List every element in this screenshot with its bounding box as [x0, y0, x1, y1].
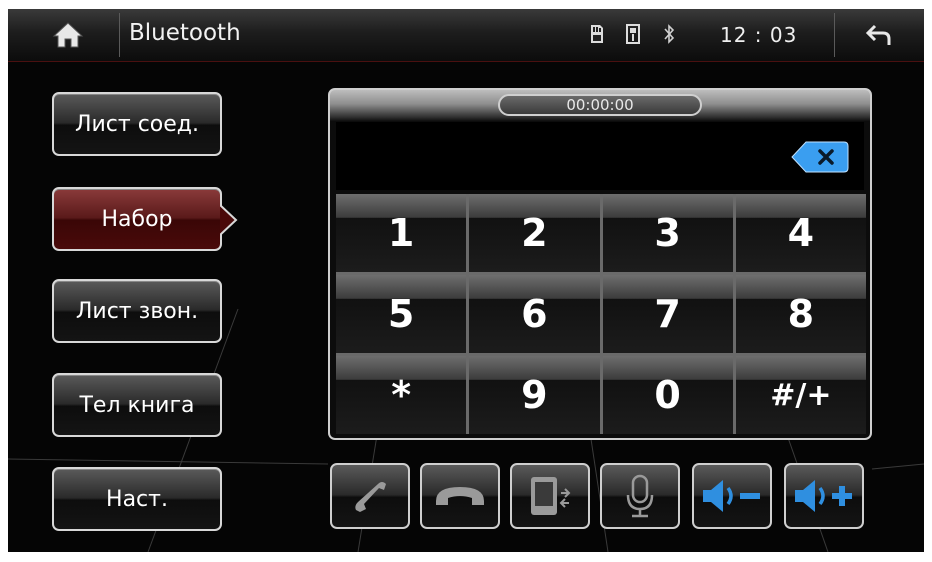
menu-settings[interactable]: Наст.: [52, 467, 222, 531]
volume-up-icon: [795, 480, 852, 512]
key-8[interactable]: 8: [735, 275, 866, 353]
active-indicator-arrow: [220, 204, 238, 236]
key-hash-plus[interactable]: #/+: [735, 356, 866, 434]
menu-dial[interactable]: Набор: [52, 187, 222, 251]
key-9[interactable]: 9: [469, 356, 600, 434]
transfer-button[interactable]: [510, 463, 590, 529]
call-timer: 00:00:00: [498, 94, 702, 116]
number-display: [336, 122, 864, 190]
key-5[interactable]: 5: [336, 275, 467, 353]
page-title: Bluetooth: [129, 20, 241, 46]
menu-label: Наст.: [106, 486, 168, 512]
hangup-icon: [436, 487, 484, 505]
menu-label: Набор: [101, 206, 173, 232]
clock: 12 : 03: [720, 23, 798, 47]
sd-card-icon: [591, 25, 603, 43]
transfer-icon: [531, 477, 571, 515]
home-icon: [52, 22, 84, 48]
top-bar: Bluetooth 12 : 03: [8, 9, 924, 62]
home-button[interactable]: [18, 9, 118, 61]
key-3[interactable]: 3: [602, 194, 733, 272]
bluetooth-screen: Bluetooth 12 : 03 Лист соед. Набор Лист …: [8, 9, 924, 552]
volume-up-button[interactable]: [784, 463, 864, 529]
dial-panel: 00:00:00 1 2 3 4 5 6 7 8 * 9 0 #/+: [328, 88, 872, 440]
key-star[interactable]: *: [336, 356, 467, 434]
key-0[interactable]: 0: [602, 356, 733, 434]
status-icons: [590, 23, 676, 45]
hangup-button[interactable]: [420, 463, 500, 529]
volume-down-button[interactable]: [692, 463, 772, 529]
mic-icon: [626, 474, 654, 518]
menu-label: Тел книга: [79, 392, 195, 418]
menu-call-list[interactable]: Лист звон.: [52, 279, 222, 343]
menu-label: Лист соед.: [74, 111, 200, 137]
back-icon: [865, 24, 891, 45]
keypad: 1 2 3 4 5 6 7 8 * 9 0 #/+: [336, 194, 866, 434]
volume-down-icon: [703, 480, 760, 512]
menu-label: Лист звон.: [75, 298, 199, 324]
call-icon: [355, 482, 386, 512]
bluetooth-icon: [664, 24, 675, 44]
key-1[interactable]: 1: [336, 194, 467, 272]
mic-button[interactable]: [600, 463, 680, 529]
key-4[interactable]: 4: [735, 194, 866, 272]
back-button[interactable]: [834, 9, 924, 61]
backspace-button[interactable]: [790, 138, 850, 176]
key-2[interactable]: 2: [469, 194, 600, 272]
key-6[interactable]: 6: [469, 275, 600, 353]
usb-icon: [626, 24, 640, 44]
call-button[interactable]: [330, 463, 410, 529]
menu-connection-list[interactable]: Лист соед.: [52, 92, 222, 156]
menu-phonebook[interactable]: Тел книга: [52, 373, 222, 437]
backspace-icon: [791, 141, 849, 173]
key-7[interactable]: 7: [602, 275, 733, 353]
